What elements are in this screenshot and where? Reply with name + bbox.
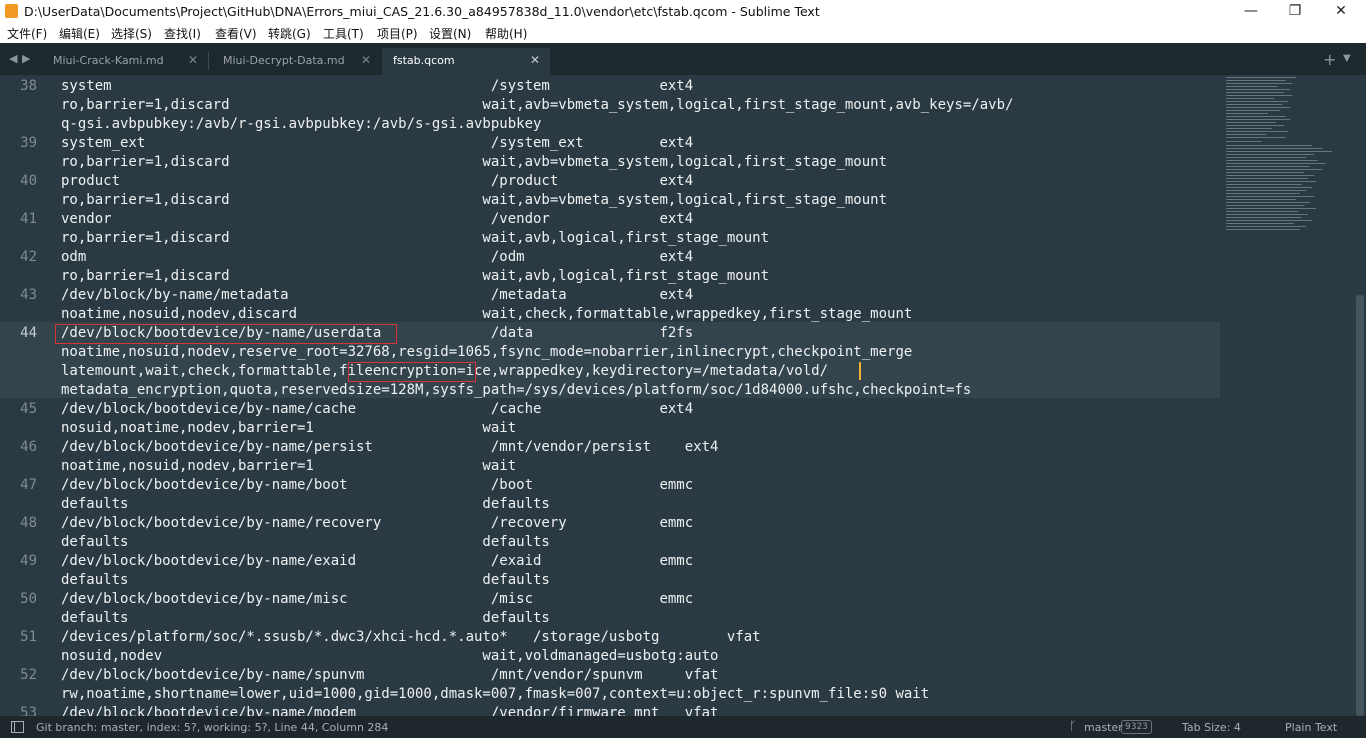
minimap[interactable]: [1226, 75, 1354, 233]
code-line: nosuid,nodev wait,voldmanaged=usbotg:aut…: [61, 648, 719, 664]
code-line: defaults defaults: [61, 610, 550, 626]
line-number: 53: [20, 705, 37, 716]
menu-project[interactable]: 项目(P): [377, 25, 418, 42]
code-line: /dev/block/by-name/metadata /metadata ex…: [61, 287, 694, 303]
tab-next-icon[interactable]: ▶: [22, 52, 30, 65]
tab-close-icon[interactable]: ✕: [530, 53, 540, 67]
line-number: 49: [20, 553, 37, 569]
tab-miui-crack-kami[interactable]: Miui-Crack-Kami.md ✕: [43, 48, 208, 75]
git-branch-icon: ᚴ: [1069, 719, 1077, 733]
sublime-app-icon: [5, 4, 18, 18]
code-line: nosuid,noatime,nodev,barrier=1 wait: [61, 420, 517, 436]
close-window-button[interactable]: ✕: [1318, 0, 1364, 22]
code-line-current: noatime,nosuid,nodev,reserve_root=32768,…: [61, 344, 913, 360]
editor-pane[interactable]: 38 39 40 41 42 43 44 45 46 47 48 49 50 5…: [0, 75, 1366, 716]
line-number: 51: [20, 629, 37, 645]
menu-tools[interactable]: 工具(T): [323, 25, 364, 42]
code-line: /dev/block/bootdevice/by-name/modem /ven…: [61, 705, 719, 716]
menu-bar: 文件(F) 编辑(E) 选择(S) 查找(I) 查看(V) 转跳(G) 工具(T…: [0, 22, 1366, 43]
syntax-indicator[interactable]: Plain Text: [1285, 721, 1337, 734]
code-line: ro,barrier=1,discard wait,avb,logical,fi…: [61, 268, 770, 284]
line-number: 42: [20, 249, 37, 265]
panel-toggle-icon[interactable]: [11, 721, 24, 733]
fileencryption-highlight-box: [348, 362, 476, 382]
code-line-current: metadata_encryption,quota,reservedsize=1…: [61, 382, 972, 398]
minimize-button[interactable]: —: [1228, 0, 1274, 22]
tab-close-icon[interactable]: ✕: [188, 53, 198, 67]
line-number: 39: [20, 135, 37, 151]
line-number-current: 44: [20, 325, 37, 341]
tab-label: Miui-Crack-Kami.md: [53, 54, 164, 67]
code-line: defaults defaults: [61, 572, 550, 588]
code-line: /dev/block/bootdevice/by-name/boot /boot…: [61, 477, 694, 493]
vertical-scrollbar[interactable]: [1354, 75, 1366, 716]
code-line: q-gsi.avbpubkey:/avb/r-gsi.avbpubkey:/av…: [61, 116, 542, 132]
maximize-button[interactable]: ❐: [1272, 0, 1318, 22]
line-number: 46: [20, 439, 37, 455]
tab-label: fstab.qcom: [393, 54, 455, 67]
line-number: 52: [20, 667, 37, 683]
code-line: system_ext /system_ext ext4: [61, 135, 694, 151]
title-bar: D:\UserData\Documents\Project\GitHub\DNA…: [0, 0, 1366, 22]
code-line: product /product ext4: [61, 173, 694, 189]
code-line: /dev/block/bootdevice/by-name/spunvm /mn…: [61, 667, 719, 683]
menu-selection[interactable]: 选择(S): [111, 25, 152, 42]
status-bar: Git branch: master, index: 5?, working: …: [0, 716, 1366, 738]
userdata-highlight-box: [55, 324, 397, 344]
menu-find[interactable]: 查找(I): [164, 25, 201, 42]
git-branch-name[interactable]: master: [1084, 721, 1123, 734]
window-title: D:\UserData\Documents\Project\GitHub\DNA…: [24, 4, 820, 19]
line-number: 41: [20, 211, 37, 227]
code-line: ro,barrier=1,discard wait,avb=vbmeta_sys…: [61, 97, 1014, 113]
menu-help[interactable]: 帮助(H): [485, 25, 527, 42]
tab-close-icon[interactable]: ✕: [361, 53, 371, 67]
line-number: 48: [20, 515, 37, 531]
code-line: /dev/block/bootdevice/by-name/cache /cac…: [61, 401, 694, 417]
line-number-gutter: 38 39 40 41 42 43 44 45 46 47 48 49 50 5…: [0, 75, 57, 716]
menu-view[interactable]: 查看(V): [215, 25, 257, 42]
line-number: 47: [20, 477, 37, 493]
tab-size-indicator[interactable]: Tab Size: 4: [1182, 721, 1241, 734]
line-number: 50: [20, 591, 37, 607]
menu-goto[interactable]: 转跳(G): [268, 25, 311, 42]
code-line: /dev/block/bootdevice/by-name/recovery /…: [61, 515, 694, 531]
code-line: noatime,nosuid,nodev,barrier=1 wait: [61, 458, 517, 474]
scrollbar-thumb[interactable]: [1356, 295, 1364, 716]
line-number: 38: [20, 78, 37, 94]
code-line: defaults defaults: [61, 534, 550, 550]
tab-bar: ◀ ▶ Miui-Crack-Kami.md ✕ Miui-Decrypt-Da…: [0, 43, 1366, 75]
code-line: system /system ext4: [61, 78, 694, 94]
menu-file[interactable]: 文件(F): [7, 25, 47, 42]
code-line: noatime,nosuid,nodev,discard wait,check,…: [61, 306, 913, 322]
code-line: rw,noatime,shortname=lower,uid=1000,gid=…: [61, 686, 930, 702]
code-line: ro,barrier=1,discard wait,avb=vbmeta_sys…: [61, 154, 888, 170]
code-line: defaults defaults: [61, 496, 550, 512]
code-line: ro,barrier=1,discard wait,avb,logical,fi…: [61, 230, 770, 246]
code-line: vendor /vendor ext4: [61, 211, 694, 227]
tab-overflow-icon[interactable]: ▼: [1343, 53, 1351, 64]
git-status-text: Git branch: master, index: 5?, working: …: [36, 721, 389, 734]
tab-miui-decrypt-data[interactable]: Miui-Decrypt-Data.md ✕: [213, 48, 381, 75]
code-line: /devices/platform/soc/*.ssusb/*.dwc3/xhc…: [61, 629, 761, 645]
tab-label: Miui-Decrypt-Data.md: [223, 54, 345, 67]
code-line: odm /odm ext4: [61, 249, 694, 265]
code-line: /dev/block/bootdevice/by-name/persist /m…: [61, 439, 719, 455]
line-number: 45: [20, 401, 37, 417]
tab-fstab-qcom[interactable]: fstab.qcom ✕: [382, 48, 550, 75]
line-number: 43: [20, 287, 37, 303]
tab-separator: [208, 52, 209, 70]
code-line: ro,barrier=1,discard wait,avb=vbmeta_sys…: [61, 192, 888, 208]
code-line: /dev/block/bootdevice/by-name/misc /misc…: [61, 591, 694, 607]
code-line: /dev/block/bootdevice/by-name/exaid /exa…: [61, 553, 694, 569]
new-tab-icon[interactable]: +: [1323, 50, 1336, 69]
text-cursor: [859, 362, 861, 380]
menu-preferences[interactable]: 设置(N): [429, 25, 471, 42]
git-changes-badge: 9323: [1121, 720, 1152, 734]
tab-prev-icon[interactable]: ◀: [9, 52, 17, 65]
line-number: 40: [20, 173, 37, 189]
menu-edit[interactable]: 编辑(E): [59, 25, 100, 42]
